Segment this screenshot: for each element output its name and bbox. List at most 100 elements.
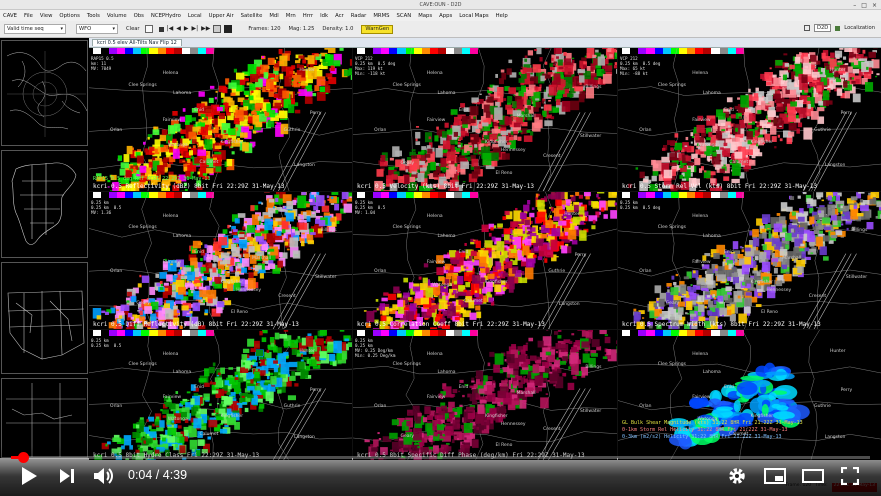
- progress-scrubber[interactable]: [18, 452, 30, 463]
- grid-icon[interactable]: [213, 25, 222, 33]
- menu-item-idk[interactable]: Idk: [320, 13, 328, 19]
- thumbnail-north-america[interactable]: [1, 150, 88, 258]
- localization-icon: [835, 25, 841, 31]
- menu-item-options[interactable]: Options: [59, 13, 79, 19]
- stop-icon[interactable]: [158, 26, 164, 32]
- city-label: Orlan: [110, 128, 123, 134]
- menu-item-radar[interactable]: Radar: [351, 13, 367, 19]
- city-label: Helena: [162, 214, 179, 220]
- settings-button[interactable]: [725, 465, 749, 487]
- chevron-down-icon: ▾: [112, 26, 115, 32]
- menu-bar: CAVE File View Options Tools Volume Obs NCEPHyd…: [0, 10, 881, 21]
- menu-item-view[interactable]: View: [40, 13, 53, 19]
- miniplayer-button[interactable]: [762, 465, 788, 487]
- city-label: Fairview: [162, 259, 182, 265]
- panel-icon[interactable]: [224, 25, 233, 33]
- city-label: Helena: [692, 71, 708, 77]
- theater-icon: [802, 469, 824, 483]
- loop-icon[interactable]: [144, 25, 153, 33]
- radar-panel-shear[interactable]: Helena Clee Springs Lahoma Enid Fairview Orla…: [618, 330, 881, 460]
- volume-button[interactable]: [91, 465, 117, 487]
- world-map-icon: [6, 51, 87, 137]
- city-label: Billings: [320, 228, 337, 234]
- next-frame-icon[interactable]: ▶|: [191, 25, 198, 33]
- panel-product-label: kcri 0.5 Correlation Coeff 8bit Fri 22:2…: [357, 321, 545, 328]
- city-label: Clee Springs: [657, 362, 686, 367]
- menu-item-mdl[interactable]: Mdl: [269, 13, 278, 19]
- theater-mode-button[interactable]: [800, 465, 826, 487]
- panel-secondary-label: RAP15 0.5 deg Ref KCRI 22:29Z 31-May-13: [93, 176, 211, 182]
- thumbnail-conus[interactable]: [1, 262, 88, 374]
- menu-item-apps[interactable]: Apps: [439, 13, 452, 19]
- city-label: Hunter: [299, 68, 315, 74]
- city-label: Watonga: [167, 416, 188, 422]
- city-label: Langston: [294, 162, 315, 168]
- progress-bar[interactable]: [11, 452, 870, 463]
- thumbnail-pane: [0, 38, 89, 458]
- thumbnail-world-map[interactable]: [1, 40, 88, 146]
- menu-item-local[interactable]: Local: [188, 13, 202, 19]
- menu-item-file[interactable]: File: [24, 13, 33, 19]
- valid-time-select[interactable]: Valid time seq ▾: [4, 24, 66, 34]
- play-button[interactable]: [17, 465, 41, 487]
- city-label: Calumet: [463, 299, 483, 305]
- city-label: Watonga: [432, 282, 453, 288]
- wfo-select[interactable]: WFO ▾: [76, 24, 118, 34]
- menu-item-mrn[interactable]: Mrn: [286, 13, 296, 19]
- clear-button[interactable]: Clear: [124, 24, 142, 34]
- radar-panel-velocity[interactable]: Helena Clee Springs Lahoma Enid Fairview Orla…: [353, 48, 617, 191]
- city-label: Langston: [824, 162, 846, 168]
- panel-info: 0.25 km 0.25 km 0.5 MV: 1.04: [355, 200, 386, 215]
- menu-item-upper-air[interactable]: Upper Air: [209, 13, 234, 19]
- menu-item-local-maps[interactable]: Local Maps: [459, 13, 488, 19]
- menu-item-scan[interactable]: SCAN: [397, 13, 412, 19]
- valid-time-label: Valid time seq: [7, 26, 44, 32]
- time-display: 0:04 / 4:39: [128, 468, 188, 482]
- menu-item-maps[interactable]: Maps: [418, 13, 432, 19]
- menu-item-acr[interactable]: Acr: [335, 13, 344, 19]
- first-frame-icon[interactable]: |◀: [167, 25, 174, 33]
- radar-panel-zdr[interactable]: Helena Clee Springs Lahoma Enid Fairview Orla…: [89, 192, 352, 329]
- menu-item-mrms[interactable]: MRMS: [373, 13, 389, 19]
- editor-tab[interactable]: kcri 0.5 elev All-Tilts Nav Flip 12: [92, 39, 182, 46]
- menu-item-ncephydro[interactable]: NCEPHydro: [151, 13, 181, 19]
- menu-item-obs[interactable]: Obs: [134, 13, 144, 19]
- layout-icon[interactable]: [803, 25, 810, 31]
- density-select[interactable]: Density: 1.0: [320, 24, 355, 34]
- toolbar: Valid time seq ▾ WFO ▾ Clear |◀ ◀ ▶ ▶| ▶…: [0, 21, 881, 38]
- prev-frame-icon[interactable]: ◀: [176, 25, 181, 33]
- city-label: El Reno: [761, 310, 778, 316]
- overlay-legend-line: 0-3km (m2/s2) Helicity 31:22 8HR Fri 21:…: [622, 434, 782, 440]
- menu-item-help[interactable]: Help: [496, 13, 508, 19]
- localization-button[interactable]: Localization: [844, 25, 875, 31]
- next-button[interactable]: [56, 465, 78, 487]
- menu-item-tools[interactable]: Tools: [87, 13, 100, 19]
- frames-select[interactable]: Frames: 120: [246, 24, 282, 34]
- city-label: Orlan: [639, 269, 652, 275]
- radar-panel-srv[interactable]: Helena Clee Springs Lahoma Enid Fairview Orla…: [618, 48, 881, 191]
- menu-item-cave[interactable]: CAVE: [3, 13, 17, 19]
- radar-panel-grid: Helena Clee Springs Lahoma Enid Fairview Orla…: [89, 48, 881, 460]
- radar-panel-reflectivity[interactable]: Helena Clee Springs Lahoma Enid Fairview Orla…: [89, 48, 352, 191]
- last-frame-icon[interactable]: ▶▶: [201, 25, 210, 33]
- fullscreen-button[interactable]: [838, 465, 862, 487]
- radar-panel-hc[interactable]: Helena Clee Springs Lahoma Enid Fairview Orla…: [89, 330, 352, 460]
- menu-item-hrrr[interactable]: Hrrr: [303, 13, 313, 19]
- city-label: Lahoma: [173, 91, 192, 97]
- menu-item-volume[interactable]: Volume: [107, 13, 127, 19]
- d2d-perspective-button[interactable]: D2D: [813, 24, 832, 32]
- warngen-button[interactable]: WarnGen: [361, 24, 394, 34]
- city-label: Stillwater: [580, 408, 602, 414]
- mag-select[interactable]: Mag: 1.25: [287, 24, 317, 34]
- city-label: Hennessey: [766, 288, 792, 294]
- city-label: Orlan: [110, 269, 123, 275]
- radar-panel-cc[interactable]: Helena Clee Springs Lahoma Enid Fairview Orla…: [353, 192, 617, 329]
- overlay-legend-line: 0-1km Storm Rel Helicity 31:22 8HR Fri 2…: [622, 427, 788, 433]
- radar-panel-sw[interactable]: Helena Clee Springs Lahoma Enid Fairview Orla…: [618, 192, 881, 329]
- city-label: Langston: [558, 302, 580, 308]
- radar-panel-kdp[interactable]: Helena Clee Springs Lahoma Enid Fairview Orla…: [353, 330, 617, 460]
- city-label: Geary: [400, 161, 415, 167]
- menu-item-satellite[interactable]: Satellite: [241, 13, 263, 19]
- play-icon[interactable]: ▶: [184, 25, 189, 33]
- panel-info: 0.25 km 0.25 km MV: 0.25 Deg/km Min: 0.2…: [355, 338, 396, 358]
